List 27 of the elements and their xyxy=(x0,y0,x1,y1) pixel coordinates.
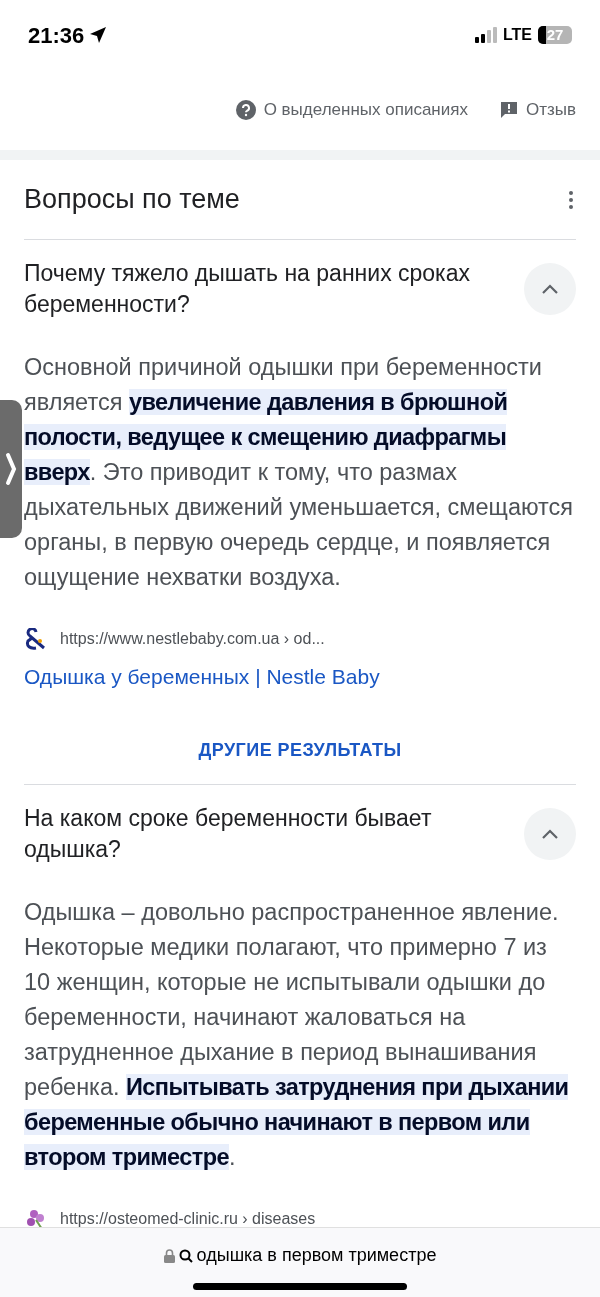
result-link[interactable]: Одышка у беременных | Nestle Baby xyxy=(24,661,576,693)
chevron-right-icon xyxy=(5,452,17,486)
answer-paragraph: Одышка – довольно распространенное явление. Некоторые медики полагают, что примерно 7 из 10 женщин, которые не испытывали одышки до беременности, начинают жаловаться на затрудненное дыхание в период вынашивания ребенка. Испытывать затруднения при дыхании беременные обычно начинают в первом или втором триместре. xyxy=(24,897,570,1172)
side-panel-handle[interactable] xyxy=(0,400,22,538)
signal-icon xyxy=(474,27,497,43)
answer-paragraph: Основной причиной одышки при беременности является увеличение давления в брюшной полости, ведущее к смещению диафрагмы вверх. Это приводит к тому, что размах дыхательных движений уменьшается, смещаются органы, в первую очередь сердце, и появляется ощущение нехватки воздуха. xyxy=(24,353,575,592)
chevron-up-icon xyxy=(541,283,559,295)
network-label: LTE xyxy=(502,25,532,45)
section-title: Вопросы по теме xyxy=(24,183,240,217)
lock-icon xyxy=(163,1248,175,1263)
ampersand-logo-icon xyxy=(24,628,48,650)
source-url[interactable]: https://www.nestlebaby.com.ua › od... xyxy=(60,627,325,651)
feedback-icon xyxy=(499,101,518,119)
search-icon xyxy=(178,1248,193,1263)
question-text[interactable]: Почему тяжело дышать на ранних сроках беременности? xyxy=(24,258,504,320)
battery-indicator: 27 xyxy=(538,26,572,44)
status-time: 21:36 xyxy=(28,21,85,50)
more-results-link[interactable]: ДРУГИЕ РЕЗУЛЬТАТЫ xyxy=(198,736,402,764)
address-bar[interactable]: одышка в первом триместре xyxy=(163,1242,437,1269)
source-url[interactable]: https://osteomed-clinic.ru › diseases xyxy=(60,1206,316,1227)
chevron-up-icon xyxy=(541,827,559,840)
header-link[interactable]: Отзыв xyxy=(499,97,576,123)
question-text[interactable]: На каком сроке беременности бывает одышка? xyxy=(24,802,504,865)
header-link[interactable]: О выделенных описаниях xyxy=(235,97,468,123)
help-icon xyxy=(235,100,256,120)
expand-toggle[interactable] xyxy=(524,263,576,315)
location-icon xyxy=(88,25,109,45)
